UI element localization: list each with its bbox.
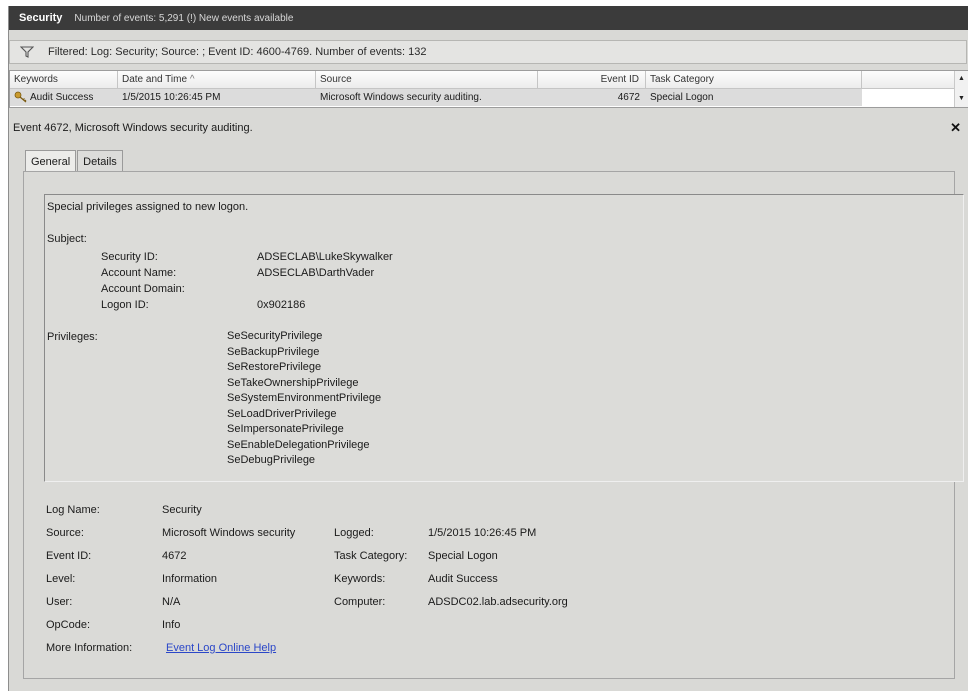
key-icon: [14, 91, 27, 103]
column-header-date-time[interactable]: Date and Time ^: [118, 71, 316, 88]
event-count-status[interactable]: Number of events: 5,291 (!) New events a…: [74, 13, 293, 24]
column-header-keywords[interactable]: Keywords: [10, 71, 118, 88]
privileges-label: Privileges:: [47, 331, 98, 343]
table-row-selected[interactable]: Audit Success 1/5/2015 10:26:45 PM Micro…: [10, 89, 956, 106]
privilege-item: SeLoadDriverPrivilege: [227, 407, 337, 420]
event-detail-header: Event 4672, Microsoft Windows security a…: [9, 118, 967, 138]
detail-tabs: General Details: [25, 150, 123, 172]
privilege-item: SeRestorePrivilege: [227, 361, 322, 373]
task-category-value: Special Logon: [428, 550, 498, 562]
column-header-source[interactable]: Source: [316, 71, 538, 88]
log-name-value: Security: [162, 504, 202, 516]
row-source: Microsoft Windows security auditing.: [320, 92, 482, 103]
column-header-blank: [862, 71, 956, 88]
grid-header: Keywords Date and Time ^ Source Event ID…: [10, 71, 956, 89]
events-grid: Keywords Date and Time ^ Source Event ID…: [9, 70, 968, 108]
user-value: N/A: [162, 596, 181, 608]
column-header-date-time-label: Date and Time: [122, 74, 188, 85]
row-blank: [862, 89, 956, 106]
source-value: Microsoft Windows security: [162, 527, 296, 539]
account-name-value: ADSECLAB\DarthVader: [257, 267, 375, 279]
filter-bar: Filtered: Log: Security; Source: ; Event…: [9, 40, 967, 64]
opcode-label: OpCode:: [46, 619, 91, 631]
privilege-item: SeSecurityPrivilege: [227, 330, 323, 342]
privilege-item: SeSystemEnvironmentPrivilege: [227, 392, 382, 404]
message-headline: Special privileges assigned to new logon…: [47, 201, 249, 213]
task-category-label: Task Category:: [334, 550, 408, 562]
computer-value: ADSDC02.lab.adsecurity.org: [428, 596, 568, 608]
filter-funnel-icon: [20, 46, 34, 58]
security-id-label: Security ID:: [101, 251, 158, 263]
level-label: Level:: [46, 573, 76, 585]
security-id-value: ADSECLAB\LukeSkywalker: [257, 251, 393, 263]
tab-general[interactable]: General: [25, 150, 77, 172]
privilege-item: SeImpersonatePrivilege: [227, 423, 344, 435]
scroll-up-arrow-icon[interactable]: ▲: [955, 73, 968, 85]
privileges-list: SeSecurityPrivilege SeBackupPrivilege Se…: [227, 329, 381, 469]
scroll-down-arrow-icon[interactable]: ▼: [955, 93, 968, 105]
filter-description: Filtered: Log: Security; Source: ; Event…: [48, 46, 427, 58]
privilege-item: SeDebugPrivilege: [227, 454, 316, 466]
subject-label: Subject:: [47, 233, 87, 245]
level-value: Information: [162, 573, 218, 585]
log-title-bar: Security Number of events: 5,291 (!) New…: [9, 6, 968, 30]
row-keywords: Audit Success: [30, 92, 94, 103]
event-message-box[interactable]: Special privileges assigned to new logon…: [44, 194, 964, 482]
column-header-task-category[interactable]: Task Category: [646, 71, 862, 88]
event-viewer-window: Security Number of events: 5,291 (!) New…: [8, 6, 968, 691]
keywords-value: Audit Success: [428, 573, 498, 585]
privilege-item: SeTakeOwnershipPrivilege: [227, 376, 359, 389]
keywords-label: Keywords:: [334, 573, 386, 585]
log-name-label: Log Name:: [46, 504, 100, 516]
privilege-item: SeEnableDelegationPrivilege: [227, 438, 370, 451]
row-keywords-cell: Audit Success: [10, 89, 118, 106]
privilege-item: SeBackupPrivilege: [227, 345, 320, 358]
account-name-label: Account Name:: [101, 267, 177, 279]
logon-id-value: 0x902186: [257, 299, 306, 311]
event-id-value: 4672: [162, 550, 187, 562]
computer-label: Computer:: [334, 596, 386, 608]
event-log-online-help-link[interactable]: Event Log Online Help: [166, 642, 276, 654]
user-label: User:: [46, 596, 73, 608]
event-id-label: Event ID:: [46, 550, 92, 562]
more-information-label: More Information:: [46, 642, 133, 654]
source-label: Source:: [46, 527, 84, 539]
event-detail-title: Event 4672, Microsoft Windows security a…: [13, 122, 253, 134]
logon-id-label: Logon ID:: [101, 299, 149, 311]
log-name: Security: [19, 12, 63, 24]
row-date-time: 1/5/2015 10:26:45 PM: [122, 92, 221, 103]
opcode-value: Info: [162, 619, 181, 631]
tab-details[interactable]: Details: [77, 150, 123, 172]
grid-scrollbar[interactable]: ▲ ▼: [954, 71, 968, 107]
logged-value: 1/5/2015 10:26:45 PM: [428, 527, 537, 539]
logged-label: Logged:: [334, 527, 374, 539]
close-icon[interactable]: ✕: [950, 120, 961, 136]
account-domain-label: Account Domain:: [101, 283, 185, 295]
row-task-category: Special Logon: [650, 92, 714, 103]
sort-ascending-icon: ^: [189, 74, 195, 85]
row-event-id: 4672: [617, 92, 640, 103]
general-tab-panel: Special privileges assigned to new logon…: [23, 171, 964, 679]
column-header-event-id[interactable]: Event ID: [538, 71, 646, 88]
